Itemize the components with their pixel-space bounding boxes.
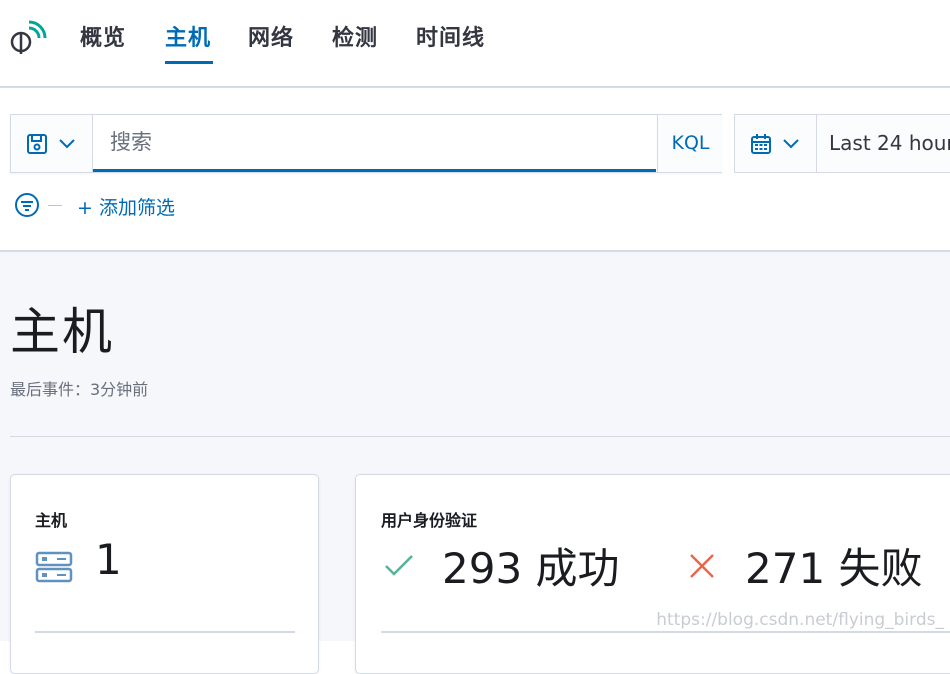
top-nav: 概览 主机 网络 检测 时间线 [0, 0, 950, 88]
panel-title: 用户身份验证 [381, 511, 478, 530]
filter-icon[interactable] [14, 192, 40, 218]
tab-detections[interactable]: 检测 [332, 20, 378, 52]
cross-icon [690, 554, 714, 578]
date-picker-group: Last 24 hours [734, 114, 950, 173]
tab-network[interactable]: 网络 [248, 20, 294, 52]
chevron-down-icon [783, 139, 799, 149]
tab-hosts[interactable]: 主机 [165, 20, 211, 52]
query-language-button[interactable]: KQL [657, 115, 723, 172]
date-range-display[interactable]: Last 24 hours [829, 115, 950, 172]
search-input[interactable] [93, 115, 656, 172]
saved-queries-button[interactable] [11, 115, 93, 172]
watermark-text: https://blog.csdn.net/flying_birds_ [656, 610, 944, 630]
save-icon [27, 134, 47, 154]
search-group: KQL [10, 114, 723, 173]
filter-separator [48, 205, 62, 206]
host-count: 1 [95, 535, 122, 584]
storage-icon [35, 551, 73, 583]
user-authentication-panel: 用户身份验证 293 成功 271 失败 [355, 474, 950, 674]
date-quick-menu-button[interactable] [735, 115, 817, 172]
add-filter-button[interactable]: + 添加筛选 [77, 193, 175, 220]
page-title: 主机 [10, 303, 114, 361]
hosts-panel: 主机 1 [10, 474, 319, 674]
tab-overview[interactable]: 概览 [80, 20, 126, 52]
panel-divider [35, 631, 295, 633]
auth-failure-count: 271 失败 [745, 544, 923, 593]
last-event-text: 最后事件：3分钟前 [10, 380, 149, 399]
chevron-down-icon [59, 139, 75, 149]
tab-timeline[interactable]: 时间线 [416, 20, 485, 52]
query-bar: KQL Last 24 hours [0, 88, 950, 252]
app-logo-icon[interactable] [8, 16, 48, 56]
auth-success-count: 293 成功 [442, 544, 620, 593]
active-tab-indicator [165, 61, 213, 64]
panel-title: 主机 [35, 511, 68, 530]
header-divider [10, 436, 950, 437]
main-content: 主机 最后事件：3分钟前 主机 1 用户身份验证 293 成功 271 失败 h… [0, 252, 950, 674]
check-icon [385, 555, 413, 576]
panel-divider [381, 631, 950, 633]
calendar-icon [751, 134, 771, 154]
